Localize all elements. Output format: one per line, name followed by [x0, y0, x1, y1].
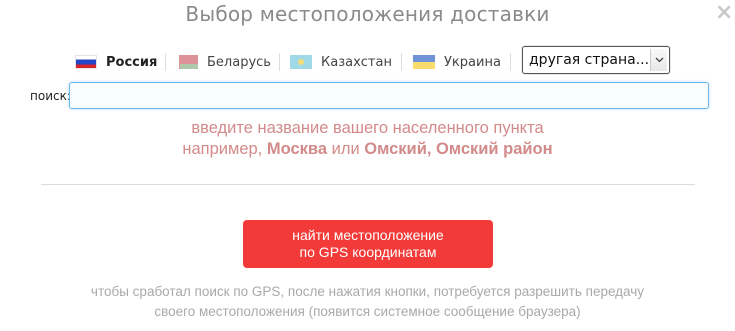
search-label: поиск: — [30, 89, 71, 103]
divider — [401, 53, 402, 71]
chevron-down-icon[interactable] — [650, 49, 667, 71]
gps-button-line1: найти местоположение — [292, 227, 444, 243]
hint-example-omsk: Омский, Омский район — [364, 140, 553, 158]
divider — [165, 53, 166, 71]
gps-button-line2: по GPS координатам — [299, 244, 437, 260]
country-label: Казахстан — [321, 54, 392, 70]
hint-example: например, Москва или Омский, Омский райо… — [0, 139, 735, 160]
gps-note-line2: своего местоположения (появится системно… — [154, 304, 581, 319]
hint-example-prefix: например, — [182, 140, 263, 158]
other-country-select[interactable]: другая страна... — [522, 46, 670, 74]
country-label: Беларусь — [207, 54, 271, 70]
country-tab-kazakhstan[interactable]: Казахстан — [290, 46, 392, 78]
hint-or: или — [331, 140, 360, 158]
country-tab-russia[interactable]: Россия — [75, 46, 157, 78]
divider — [41, 184, 695, 185]
close-icon[interactable]: × — [715, 2, 735, 24]
country-tab-ukraine[interactable]: Украина — [413, 46, 501, 78]
country-tab-belarus[interactable]: Беларусь — [176, 46, 271, 78]
delivery-location-dialog: Выбор местоположения доставки × Россия Б… — [0, 0, 735, 331]
divider — [510, 53, 511, 71]
russia-flag-icon — [75, 55, 97, 69]
kazakhstan-flag-icon — [290, 55, 312, 69]
find-gps-location-button[interactable]: найти местоположение по GPS координатам — [243, 220, 493, 268]
other-country-select-value: другая страна... — [529, 52, 650, 68]
ukraine-flag-icon — [413, 55, 435, 69]
country-label: Россия — [106, 54, 158, 70]
gps-note-line1: чтобы сработал поиск по GPS, после нажат… — [90, 284, 645, 299]
divider — [279, 53, 280, 71]
country-label: Украина — [444, 54, 501, 70]
belarus-flag-icon — [176, 55, 198, 69]
hint-example-moscow: Москва — [266, 140, 328, 158]
dialog-title: Выбор местоположения доставки — [185, 2, 550, 26]
search-input[interactable] — [69, 82, 709, 109]
hint-line: введите название вашего населенного пунк… — [191, 119, 544, 137]
